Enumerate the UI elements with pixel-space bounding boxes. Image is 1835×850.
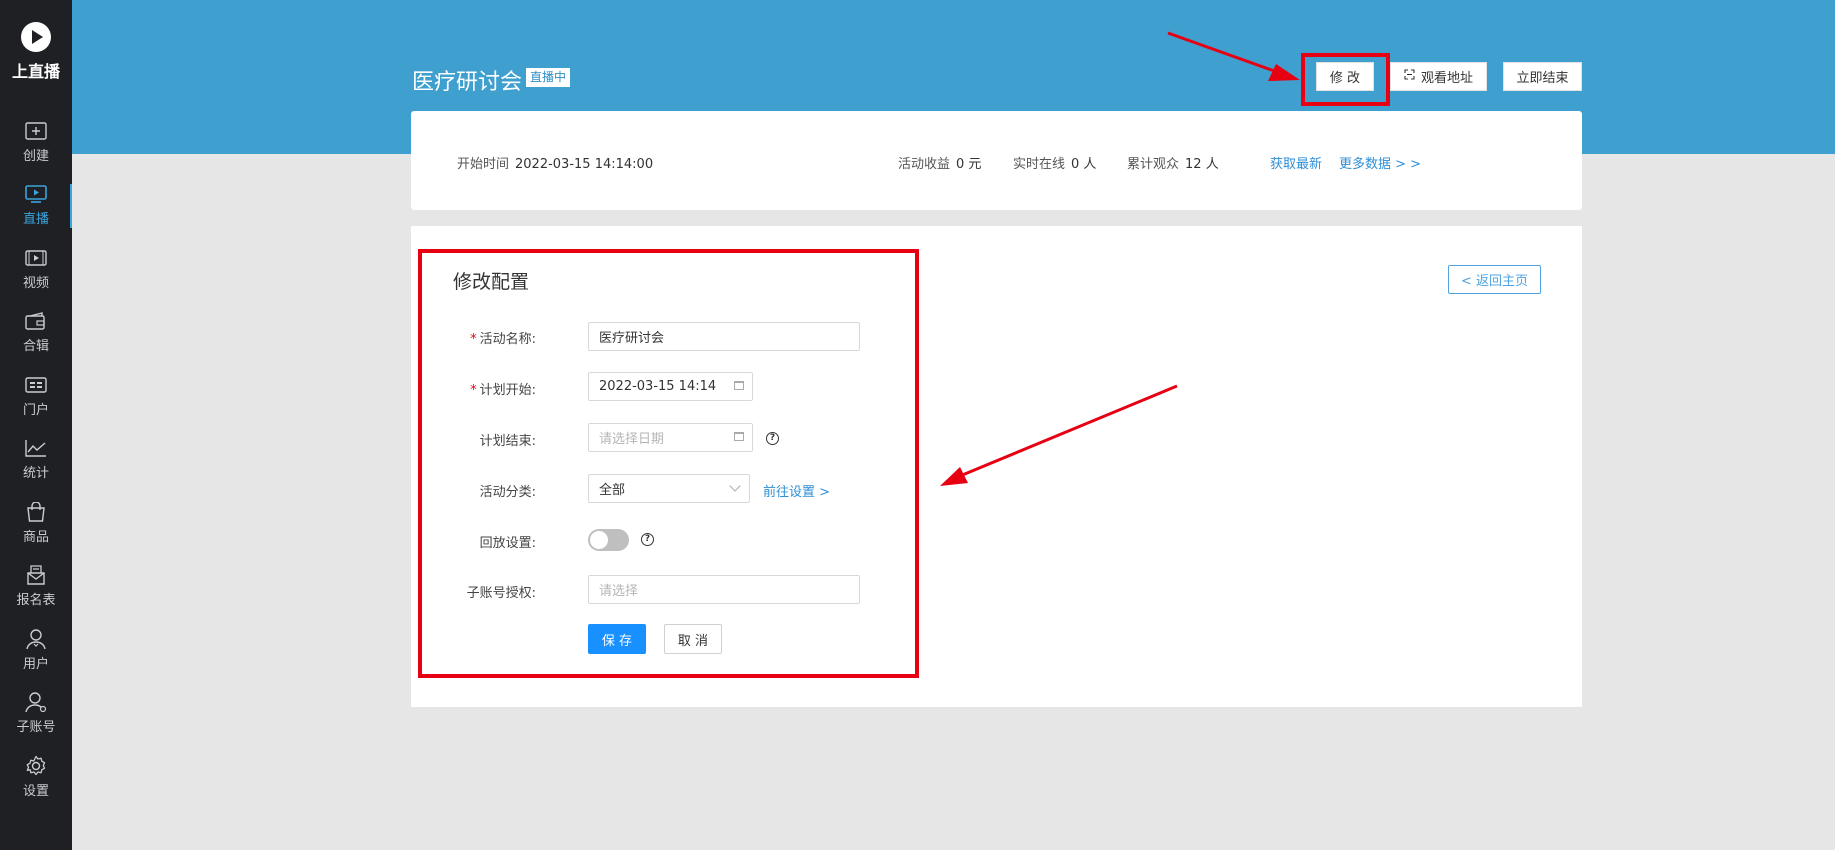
calendar-icon bbox=[734, 432, 744, 441]
sidebar-item-label: 门户 bbox=[22, 402, 49, 418]
category-label: 活动分类: bbox=[479, 485, 536, 500]
sidebar-item-sub-account[interactable]: 子账号 bbox=[0, 682, 72, 746]
revenue: 活动收益 0 元 bbox=[898, 153, 981, 172]
gear-icon bbox=[24, 755, 48, 777]
video-icon bbox=[24, 247, 48, 269]
start-time: 开始时间 2022-03-15 14:14:00 bbox=[457, 153, 653, 172]
app-logo[interactable]: 上直播 bbox=[0, 22, 72, 82]
cancel-button[interactable]: 取 消 bbox=[664, 624, 722, 654]
watch-url-button[interactable]: 观看地址 bbox=[1390, 62, 1487, 91]
sidebar-item-label: 商品 bbox=[22, 529, 49, 545]
sidebar-item-goods[interactable]: 商品 bbox=[0, 491, 72, 555]
sidebar-item-stats[interactable]: 统计 bbox=[0, 428, 72, 492]
logo-text: 上直播 bbox=[11, 62, 60, 81]
sidebar: 上直播 创建 直播 视频 合辑 门户 统计 商品 报名表 用户 子账号 设置 bbox=[0, 0, 72, 850]
revenue-value: 0 元 bbox=[956, 157, 982, 172]
sidebar-item-video[interactable]: 视频 bbox=[0, 237, 72, 301]
online-count: 实时在线 0 人 bbox=[1013, 153, 1096, 172]
stats-chart-icon bbox=[24, 437, 48, 459]
sub-account-label: 子账号授权: bbox=[466, 586, 536, 601]
sidebar-item-label: 设置 bbox=[22, 783, 49, 799]
plan-end-placeholder: 请选择日期 bbox=[599, 432, 665, 447]
logo-icon bbox=[21, 22, 51, 52]
section-title: 修改配置 bbox=[453, 271, 530, 293]
more-data-link[interactable]: 更多数据 > > bbox=[1339, 153, 1421, 172]
activity-name-value: 医疗研讨会 bbox=[599, 331, 665, 346]
sub-account-placeholder: 请选择 bbox=[599, 584, 639, 599]
sidebar-item-label: 创建 bbox=[22, 148, 49, 164]
replay-toggle[interactable] bbox=[588, 529, 629, 551]
sidebar-item-create[interactable]: 创建 bbox=[0, 110, 72, 174]
sidebar-item-portal[interactable]: 门户 bbox=[0, 364, 72, 428]
sub-account-icon bbox=[24, 691, 48, 713]
category-value: 全部 bbox=[599, 483, 626, 498]
start-time-value: 2022-03-15 14:14:00 bbox=[515, 157, 654, 172]
shopping-bag-icon bbox=[24, 501, 48, 523]
total-viewers-value: 12 人 bbox=[1185, 157, 1219, 172]
live-play-icon bbox=[24, 183, 48, 205]
name-label: * 活动名称: bbox=[416, 328, 536, 347]
sidebar-item-users[interactable]: 用户 bbox=[0, 618, 72, 682]
sidebar-item-label: 直播 bbox=[22, 212, 49, 228]
name-label-text: 活动名称: bbox=[479, 332, 536, 347]
revenue-label: 活动收益 bbox=[898, 157, 951, 172]
required-mark: * bbox=[470, 332, 477, 347]
replay-label: 回放设置: bbox=[479, 536, 536, 551]
sidebar-item-label: 报名表 bbox=[16, 593, 56, 609]
refresh-link[interactable]: 获取最新 bbox=[1270, 153, 1322, 172]
sidebar-item-label: 视频 bbox=[22, 275, 49, 291]
help-icon[interactable]: ? bbox=[766, 432, 779, 445]
online-label: 实时在线 bbox=[1013, 157, 1066, 172]
activity-name-input[interactable]: 医疗研讨会 bbox=[588, 322, 860, 351]
sidebar-item-label: 用户 bbox=[22, 656, 49, 672]
scan-icon bbox=[1404, 69, 1415, 84]
plan-start-value: 2022-03-15 14:14 bbox=[599, 379, 717, 394]
total-viewers-label: 累计观众 bbox=[1127, 157, 1180, 172]
user-icon bbox=[24, 628, 48, 650]
page-title: 医疗研讨会 bbox=[412, 70, 523, 95]
collection-icon bbox=[24, 310, 48, 332]
calendar-icon bbox=[734, 381, 744, 390]
online-value: 0 人 bbox=[1071, 157, 1097, 172]
portal-icon bbox=[24, 374, 48, 396]
category-settings-link[interactable]: 前往设置 > bbox=[763, 481, 830, 500]
total-viewers: 累计观众 12 人 bbox=[1127, 153, 1219, 172]
edit-button[interactable]: 修 改 bbox=[1316, 62, 1374, 91]
status-badge: 直播中 bbox=[526, 68, 571, 87]
required-mark: * bbox=[470, 383, 477, 398]
form-icon bbox=[24, 564, 48, 586]
sidebar-item-live[interactable]: 直播 bbox=[0, 174, 72, 238]
plan-start-datepicker[interactable]: 2022-03-15 14:14 bbox=[588, 372, 753, 401]
plan-start-label-text: 计划开始: bbox=[479, 383, 536, 398]
sub-account-select[interactable]: 请选择 bbox=[588, 575, 860, 604]
chevron-down-icon bbox=[729, 480, 741, 492]
plan-end-label: 计划结束: bbox=[479, 434, 536, 449]
sidebar-nav: 创建 直播 视频 合辑 门户 统计 商品 报名表 用户 子账号 设置 bbox=[0, 110, 72, 809]
sidebar-item-label: 统计 bbox=[22, 466, 49, 482]
plus-square-icon bbox=[24, 120, 48, 142]
toggle-knob bbox=[590, 531, 608, 549]
help-icon[interactable]: ? bbox=[641, 533, 654, 546]
start-time-label: 开始时间 bbox=[457, 157, 510, 172]
sidebar-item-signup-form[interactable]: 报名表 bbox=[0, 555, 72, 619]
plan-start-label: * 计划开始: bbox=[416, 379, 536, 398]
save-button[interactable]: 保 存 bbox=[588, 624, 646, 654]
plan-end-datepicker[interactable]: 请选择日期 bbox=[588, 423, 753, 452]
sidebar-item-label: 子账号 bbox=[16, 720, 56, 736]
back-home-button[interactable]: < 返回主页 bbox=[1448, 265, 1541, 294]
sidebar-item-collection[interactable]: 合辑 bbox=[0, 301, 72, 365]
category-select[interactable]: 全部 bbox=[588, 474, 750, 503]
sidebar-item-label: 合辑 bbox=[22, 339, 49, 355]
watch-url-label: 观看地址 bbox=[1420, 71, 1473, 86]
config-panel bbox=[411, 226, 1582, 707]
end-now-button[interactable]: 立即结束 bbox=[1503, 62, 1582, 91]
sidebar-item-settings[interactable]: 设置 bbox=[0, 745, 72, 809]
